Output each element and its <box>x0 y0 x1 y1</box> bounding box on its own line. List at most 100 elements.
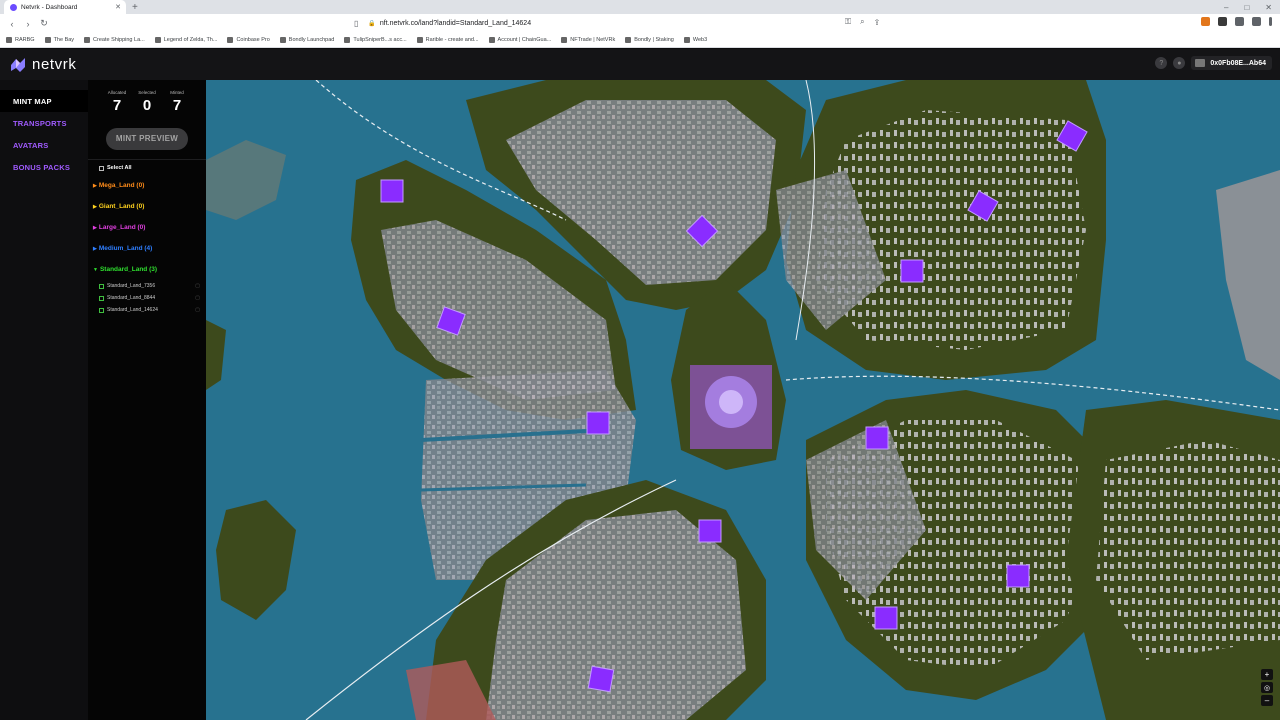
extension-icon[interactable] <box>1218 17 1227 26</box>
puzzle-icon[interactable] <box>1235 17 1244 26</box>
zoom-icon[interactable]: ⌕ <box>860 17 864 27</box>
close-window-icon[interactable]: ✕ <box>1265 3 1272 12</box>
browser-toolbar: ‹ › ↻ ▯ 🔒 nft.netvrk.co/land?landid=Stan… <box>0 14 1280 33</box>
bookmark-item[interactable]: Account | ChainGua... <box>488 37 552 43</box>
land-parcel[interactable] <box>380 179 404 203</box>
zoom-in-icon[interactable]: + <box>1261 669 1273 680</box>
netvrk-logo[interactable]: netvrk <box>9 56 76 73</box>
view-icon[interactable]: ▢ <box>195 295 200 301</box>
bookmark-icon[interactable]: ▯ <box>354 19 358 28</box>
metamask-icon[interactable] <box>1201 17 1210 26</box>
land-parcel[interactable] <box>865 426 889 450</box>
land-parcel[interactable] <box>698 519 722 543</box>
stat-allocated-label: Allocated <box>107 90 127 95</box>
bookmark-label: Rarible - create and... <box>425 37 479 43</box>
checkbox-icon[interactable] <box>99 283 104 289</box>
bookmark-item[interactable]: Create Shipping La... <box>84 37 145 43</box>
select-all-checkbox[interactable]: Select All <box>88 165 206 171</box>
address-bar[interactable]: ▯ 🔒 nft.netvrk.co/land?landid=Standard_L… <box>354 16 872 31</box>
bookmark-item[interactable]: Bondly Launchpad <box>279 37 334 43</box>
stat-selected-value: 0 <box>142 97 152 114</box>
checkbox-icon[interactable] <box>99 165 104 171</box>
chevron-right-icon[interactable]: ▶ <box>93 225 97 231</box>
browser-tab-bar: Netvrk - Dashboard ✕ + – □ ✕ <box>0 0 1280 14</box>
reload-icon[interactable]: ↻ <box>36 18 52 29</box>
window-icon[interactable] <box>1252 17 1261 26</box>
land-parcel[interactable] <box>1006 564 1030 588</box>
chevron-right-icon[interactable]: ▶ <box>93 204 97 210</box>
bookmark-item[interactable]: The Bay <box>44 37 74 43</box>
land-item[interactable]: Standard_Land_8844 ▢ <box>88 292 206 304</box>
bookmark-item[interactable]: Bondly | Staking <box>625 37 674 43</box>
bookmark-item[interactable]: Web3 <box>683 37 707 43</box>
chevron-right-icon[interactable]: ▶ <box>93 183 97 189</box>
stat-allocated: Allocated 7 <box>107 90 127 114</box>
bookmark-item[interactable]: RARBG <box>6 37 35 43</box>
nav-mint-map[interactable]: MINT MAP <box>0 90 88 112</box>
land-map[interactable]: + ◎ – <box>206 80 1280 720</box>
land-parcel[interactable] <box>587 665 615 693</box>
bookmarks-bar: RARBG The Bay Create Shipping La... Legend … <box>0 33 1280 48</box>
land-category[interactable]: ▶ Mega_Land (0) <box>88 175 206 196</box>
new-tab-icon[interactable]: + <box>132 2 138 13</box>
nav-transports[interactable]: TRANSPORTS <box>0 112 88 134</box>
url-text[interactable]: nft.netvrk.co/land?landid=Standard_Land_… <box>380 20 531 27</box>
land-stats: Allocated 7 Selected 0 Minted 7 <box>88 90 206 114</box>
share-icon[interactable]: ⇪ <box>874 18 881 27</box>
browser-tab[interactable]: Netvrk - Dashboard ✕ <box>4 0 126 14</box>
bookmark-label: Coinbase Pro <box>236 37 270 43</box>
bookmark-label: TulipSniperB...s acc... <box>353 37 407 43</box>
land-parcel[interactable] <box>874 606 898 630</box>
bookmark-favicon-icon <box>84 37 91 43</box>
zoom-out-icon[interactable]: – <box>1261 695 1273 706</box>
key-icon[interactable]: ⚿ <box>845 17 851 27</box>
checkbox-icon[interactable] <box>99 307 104 313</box>
menu-icon[interactable] <box>1269 17 1272 26</box>
locate-icon[interactable]: ◎ <box>1261 682 1273 693</box>
forward-icon[interactable]: › <box>20 19 36 29</box>
land-category[interactable]: ▶ Large_Land (0) <box>88 217 206 238</box>
bookmark-label: NFTrade | NetVRk <box>570 37 616 43</box>
profile-icon[interactable]: ● <box>1173 57 1186 69</box>
back-icon[interactable]: ‹ <box>4 19 20 29</box>
bookmark-item[interactable]: Coinbase Pro <box>227 37 270 43</box>
mint-preview-button[interactable]: MINT PREVIEW <box>106 128 188 150</box>
stat-selected-label: Selected <box>138 90 156 95</box>
bookmark-item[interactable]: TulipSniperB...s acc... <box>344 37 407 43</box>
view-icon[interactable]: ▢ <box>195 283 200 289</box>
bookmark-favicon-icon <box>44 37 51 43</box>
bookmark-label: Account | ChainGua... <box>497 37 552 43</box>
bookmark-favicon-icon <box>6 37 12 43</box>
view-icon[interactable]: ▢ <box>195 307 200 313</box>
wallet-address: 0x0Fb08E...Ab64 <box>1210 59 1266 67</box>
help-icon[interactable]: ? <box>1155 57 1168 69</box>
bookmark-item[interactable]: NFTrade | NetVRk <box>561 37 615 43</box>
mint-panel: Allocated 7 Selected 0 Minted 7 MINT PRE… <box>88 80 206 720</box>
bookmark-favicon-icon <box>625 37 632 43</box>
land-category[interactable]: ▼ Standard_Land (3) <box>88 259 206 280</box>
app-header: netvrk ? ● 0x0Fb08E...Ab64 <box>0 49 1280 80</box>
land-item[interactable]: Standard_Land_14624 ▢ <box>88 304 206 316</box>
lock-icon[interactable]: 🔒 <box>368 20 375 27</box>
land-category[interactable]: ▶ Medium_Land (4) <box>88 238 206 259</box>
maximize-icon[interactable]: □ <box>1244 3 1249 12</box>
bookmark-label: Legend of Zelda, Th... <box>163 37 218 43</box>
wallet-address-button[interactable]: 0x0Fb08E...Ab64 <box>1191 56 1272 70</box>
bookmark-label: Create Shipping La... <box>93 37 145 43</box>
minimize-icon[interactable]: – <box>1224 3 1228 12</box>
bookmark-item[interactable]: Legend of Zelda, Th... <box>154 37 218 43</box>
chevron-right-icon[interactable]: ▶ <box>93 246 97 252</box>
checkbox-icon[interactable] <box>99 295 104 301</box>
land-item[interactable]: Standard_Land_7356 ▢ <box>88 280 206 292</box>
close-tab-icon[interactable]: ✕ <box>115 3 121 11</box>
land-category[interactable]: ▶ Giant_Land (0) <box>88 196 206 217</box>
map-canvas[interactable] <box>206 80 1280 720</box>
bookmark-favicon-icon <box>416 37 423 43</box>
land-parcel[interactable] <box>900 259 924 283</box>
nav-bonus-packs[interactable]: BONUS PACKS <box>0 156 88 178</box>
bookmark-item[interactable]: Rarible - create and... <box>416 37 479 43</box>
land-parcel[interactable] <box>586 411 610 435</box>
land-category-list: ▶ Mega_Land (0) ▶ Giant_Land (0) ▶ Large_Land… <box>88 175 206 316</box>
chevron-down-icon[interactable]: ▼ <box>93 267 98 273</box>
nav-avatars[interactable]: AVATARS <box>0 134 88 156</box>
